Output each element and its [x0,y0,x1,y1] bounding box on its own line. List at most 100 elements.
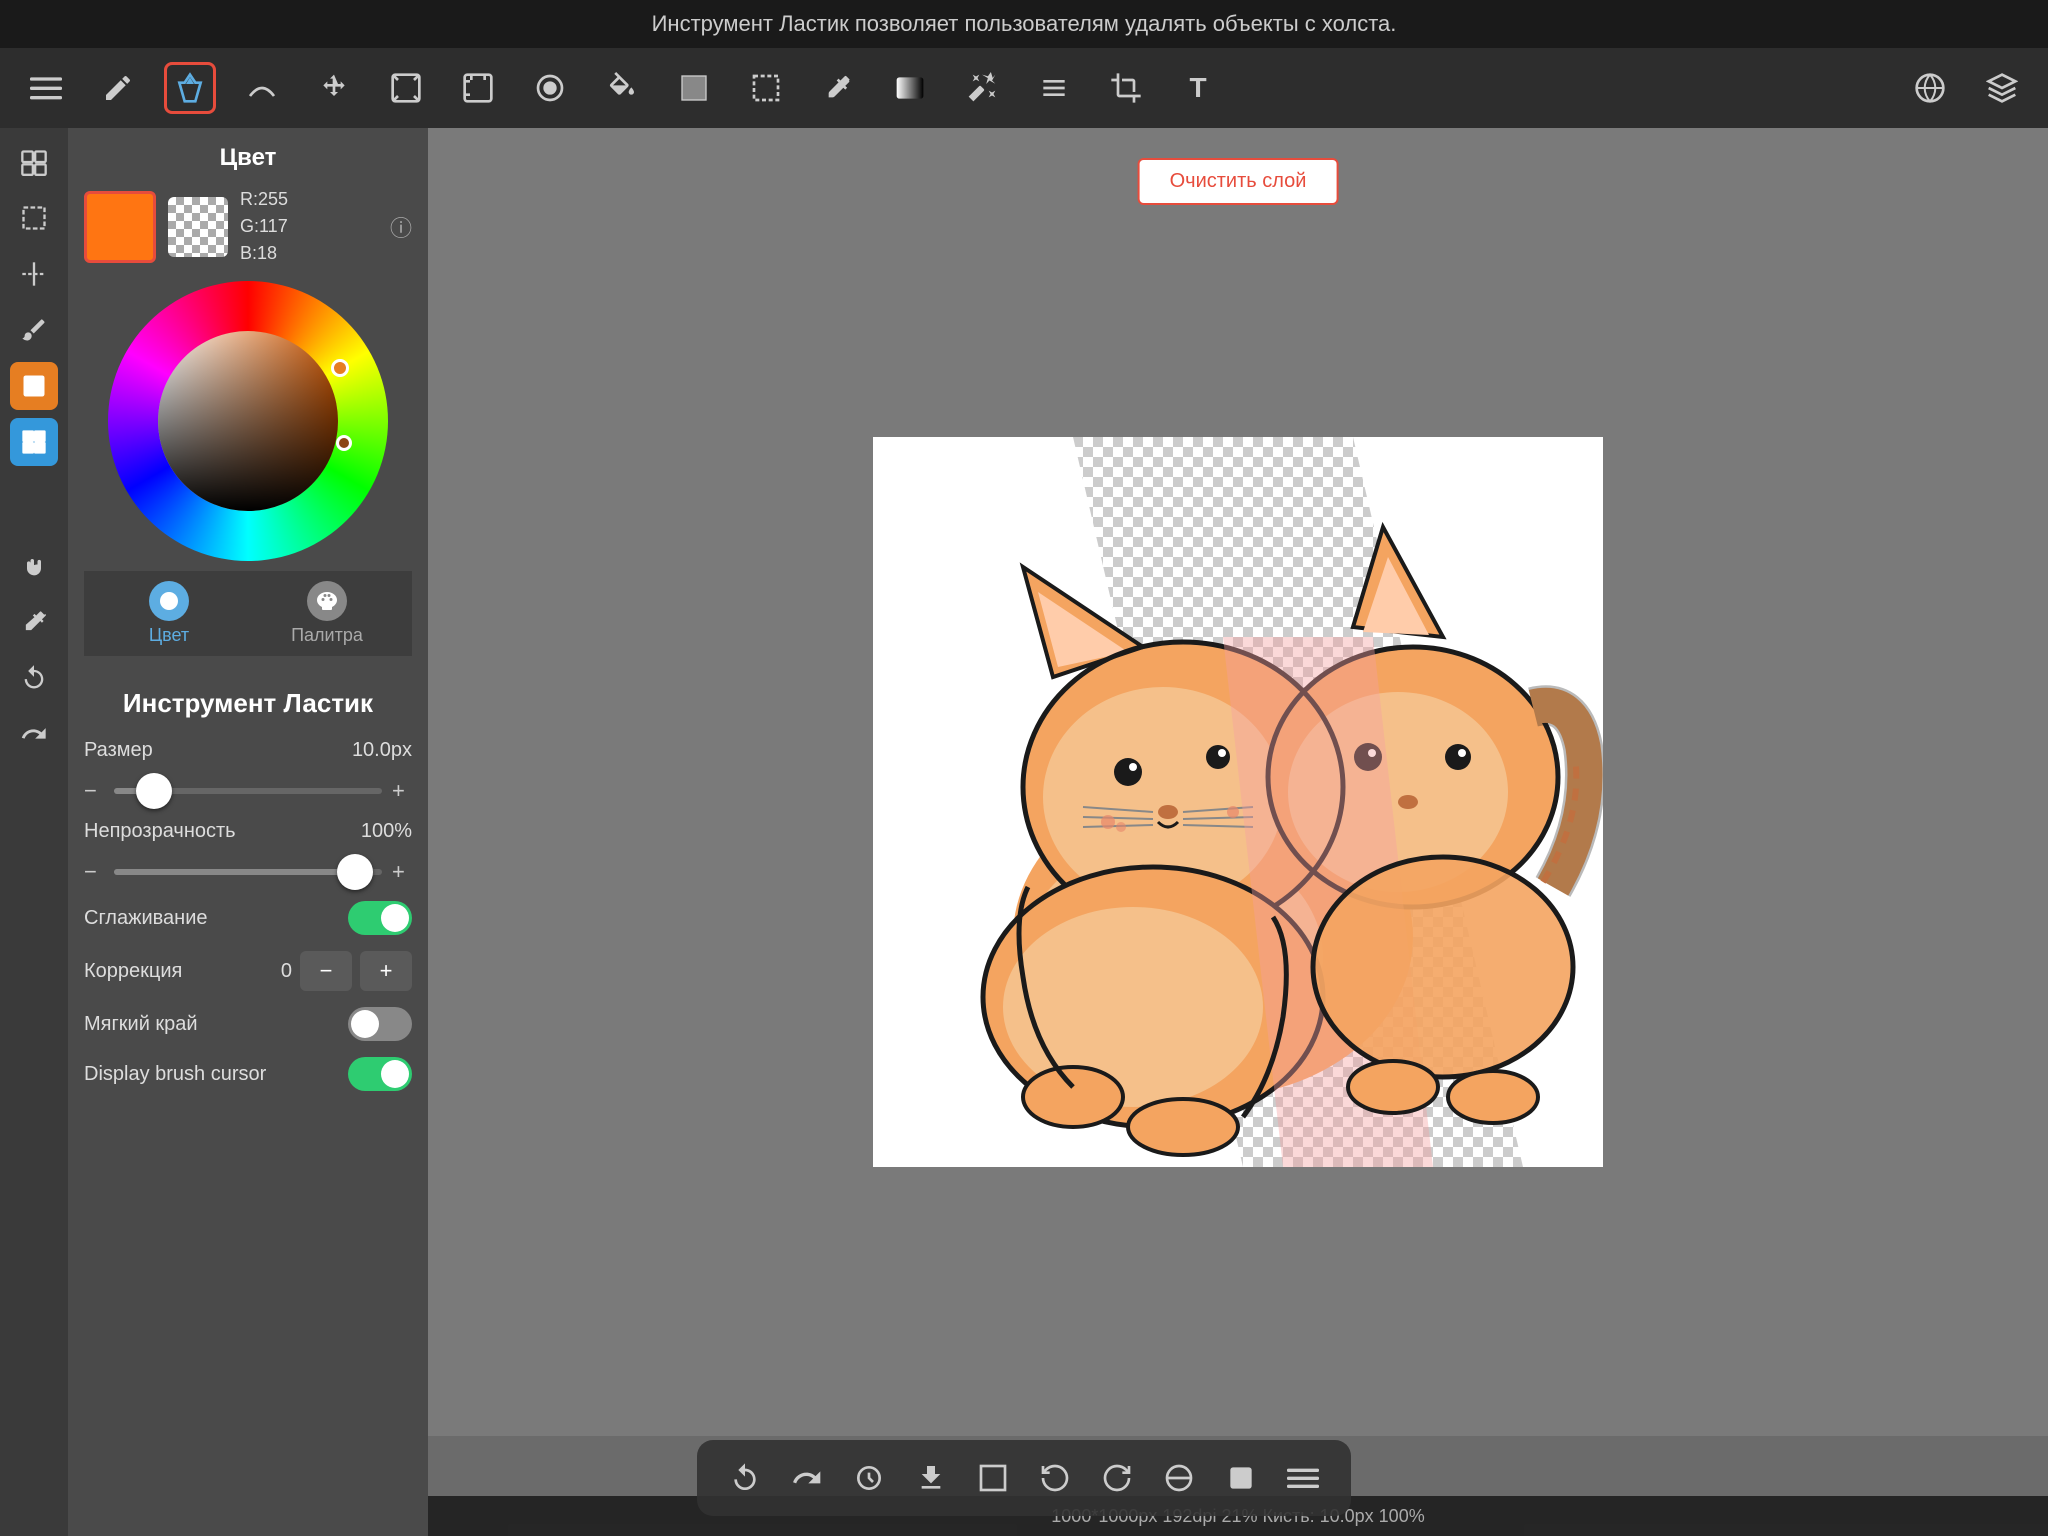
sidebar-layers[interactable] [10,418,58,466]
color-info-icon[interactable]: ⓘ [390,211,412,243]
rotate-ccw-btn[interactable] [1031,1454,1079,1502]
display-cursor-toggle[interactable] [348,1057,412,1091]
wheel-handle-inner[interactable] [336,435,352,451]
eraser-bottom-icon[interactable] [1217,1454,1265,1502]
size-label: Размер [84,739,204,762]
select-tool-btn[interactable] [969,1454,1017,1502]
menu-icon[interactable] [20,62,72,114]
dotted-rect-icon[interactable] [740,62,792,114]
display-cursor-row: Display brush cursor [84,1057,412,1091]
correction-minus-btn[interactable]: − [300,951,352,991]
sidebar-selection[interactable] [10,194,58,242]
size-slider[interactable] [114,788,382,794]
export-btn[interactable] [907,1454,955,1502]
tab-color-icon [149,581,189,621]
sidebar-guides[interactable] [10,250,58,298]
size-slider-container: − + [84,778,412,804]
color-gradient-box[interactable] [158,331,338,511]
size-value: 10.0px [352,739,412,762]
layers-stack-icon[interactable] [1976,62,2028,114]
correction-label: Коррекция [84,960,182,983]
color-wheel[interactable] [108,281,388,561]
eraser-active-icon[interactable] [164,62,216,114]
menu-bottom-btn[interactable] [1279,1454,1327,1502]
opacity-slider-fill [114,869,355,875]
canvas-content [873,437,1603,1167]
soft-edge-toggle[interactable] [348,1007,412,1041]
transform2-icon[interactable] [452,62,504,114]
layers-grid-icon[interactable] [1028,62,1080,114]
color-palette-tabs: Цвет Палитра [84,571,412,656]
smoothing-row: Сглаживание [84,901,412,935]
sidebar-undo[interactable] [10,654,58,702]
sidebar-brush[interactable] [10,306,58,354]
sidebar-hand[interactable] [10,542,58,590]
redo-btn[interactable] [783,1454,831,1502]
display-cursor-toggle-knob [381,1060,409,1088]
eyedropper-icon[interactable] [812,62,864,114]
opacity-row: Непрозрачность 100% [84,820,412,843]
secondary-color-swatch[interactable] [168,197,228,257]
fill-icon[interactable] [596,62,648,114]
smoothing-label: Сглаживание [84,907,208,930]
tool-settings: Инструмент Ластик Размер 10.0px − + Непр… [68,672,428,1123]
select-color-icon[interactable] [524,62,576,114]
color-wheel-container[interactable] [108,281,388,561]
bottom-toolbar [697,1440,1351,1516]
magic-wand-icon[interactable] [956,62,1008,114]
opacity-slider-thumb[interactable] [337,854,373,890]
smudge-icon[interactable] [236,62,288,114]
size-minus[interactable]: − [84,778,104,804]
opacity-value: 100% [361,820,412,843]
color-panel-title: Цвет [84,144,412,172]
display-cursor-label: Display brush cursor [84,1063,266,1086]
correction-plus-btn[interactable]: + [360,951,412,991]
correction-value: 0 [281,960,292,983]
flip-btn[interactable] [1155,1454,1203,1502]
color-section: Цвет R:255 G:117 B:18 ⓘ [68,128,428,672]
color-wheel-inner[interactable] [158,331,338,511]
correction-controls: 0 − + [281,951,412,991]
left-panel: Цвет R:255 G:117 B:18 ⓘ [68,128,428,1536]
sidebar-new-canvas[interactable] [10,138,58,186]
gradient-icon[interactable] [884,62,936,114]
soft-edge-label: Мягкий край [84,1013,198,1036]
top-toolbar: T [0,48,2048,128]
size-slider-thumb[interactable] [136,773,172,809]
globe-icon[interactable] [1904,62,1956,114]
tab-palette[interactable]: Палитра [258,581,396,646]
rect-shape-icon[interactable] [668,62,720,114]
clear-layer-button[interactable]: Очистить слой [1138,158,1339,205]
soft-edge-row: Мягкий край [84,1007,412,1041]
pencil-icon[interactable] [92,62,144,114]
primary-color-swatch[interactable] [84,191,156,263]
opacity-slider[interactable] [114,869,382,875]
opacity-minus[interactable]: − [84,859,104,885]
main-canvas-area: Очистить слой [428,128,2048,1436]
opacity-slider-container: − + [84,859,412,885]
crop-icon[interactable] [1100,62,1152,114]
sidebar-redo[interactable] [10,710,58,758]
lasso-btn[interactable] [845,1454,893,1502]
undo-btn[interactable] [721,1454,769,1502]
sidebar-color-swatch[interactable] [10,362,58,410]
soft-edge-toggle-knob [351,1010,379,1038]
size-plus[interactable]: + [392,778,412,804]
transform-icon[interactable] [380,62,432,114]
notification-text: Инструмент Ластик позволяет пользователя… [652,11,1397,37]
tool-title: Инструмент Ластик [84,688,412,719]
color-swatches-row: R:255 G:117 B:18 ⓘ [84,186,412,267]
text-icon[interactable]: T [1172,62,1224,114]
opacity-plus[interactable]: + [392,859,412,885]
sidebar-eyedropper[interactable] [10,598,58,646]
move-icon[interactable] [308,62,360,114]
color-values: R:255 G:117 B:18 [240,186,378,267]
canvas-wrapper[interactable] [873,437,1603,1167]
smoothing-toggle[interactable] [348,901,412,935]
rotate-cw-btn[interactable] [1093,1454,1141,1502]
tab-palette-icon [307,581,347,621]
correction-row: Коррекция 0 − + [84,951,412,991]
cat-illustration [873,437,1603,1167]
size-row: Размер 10.0px [84,739,412,762]
tab-color[interactable]: Цвет [100,581,238,646]
